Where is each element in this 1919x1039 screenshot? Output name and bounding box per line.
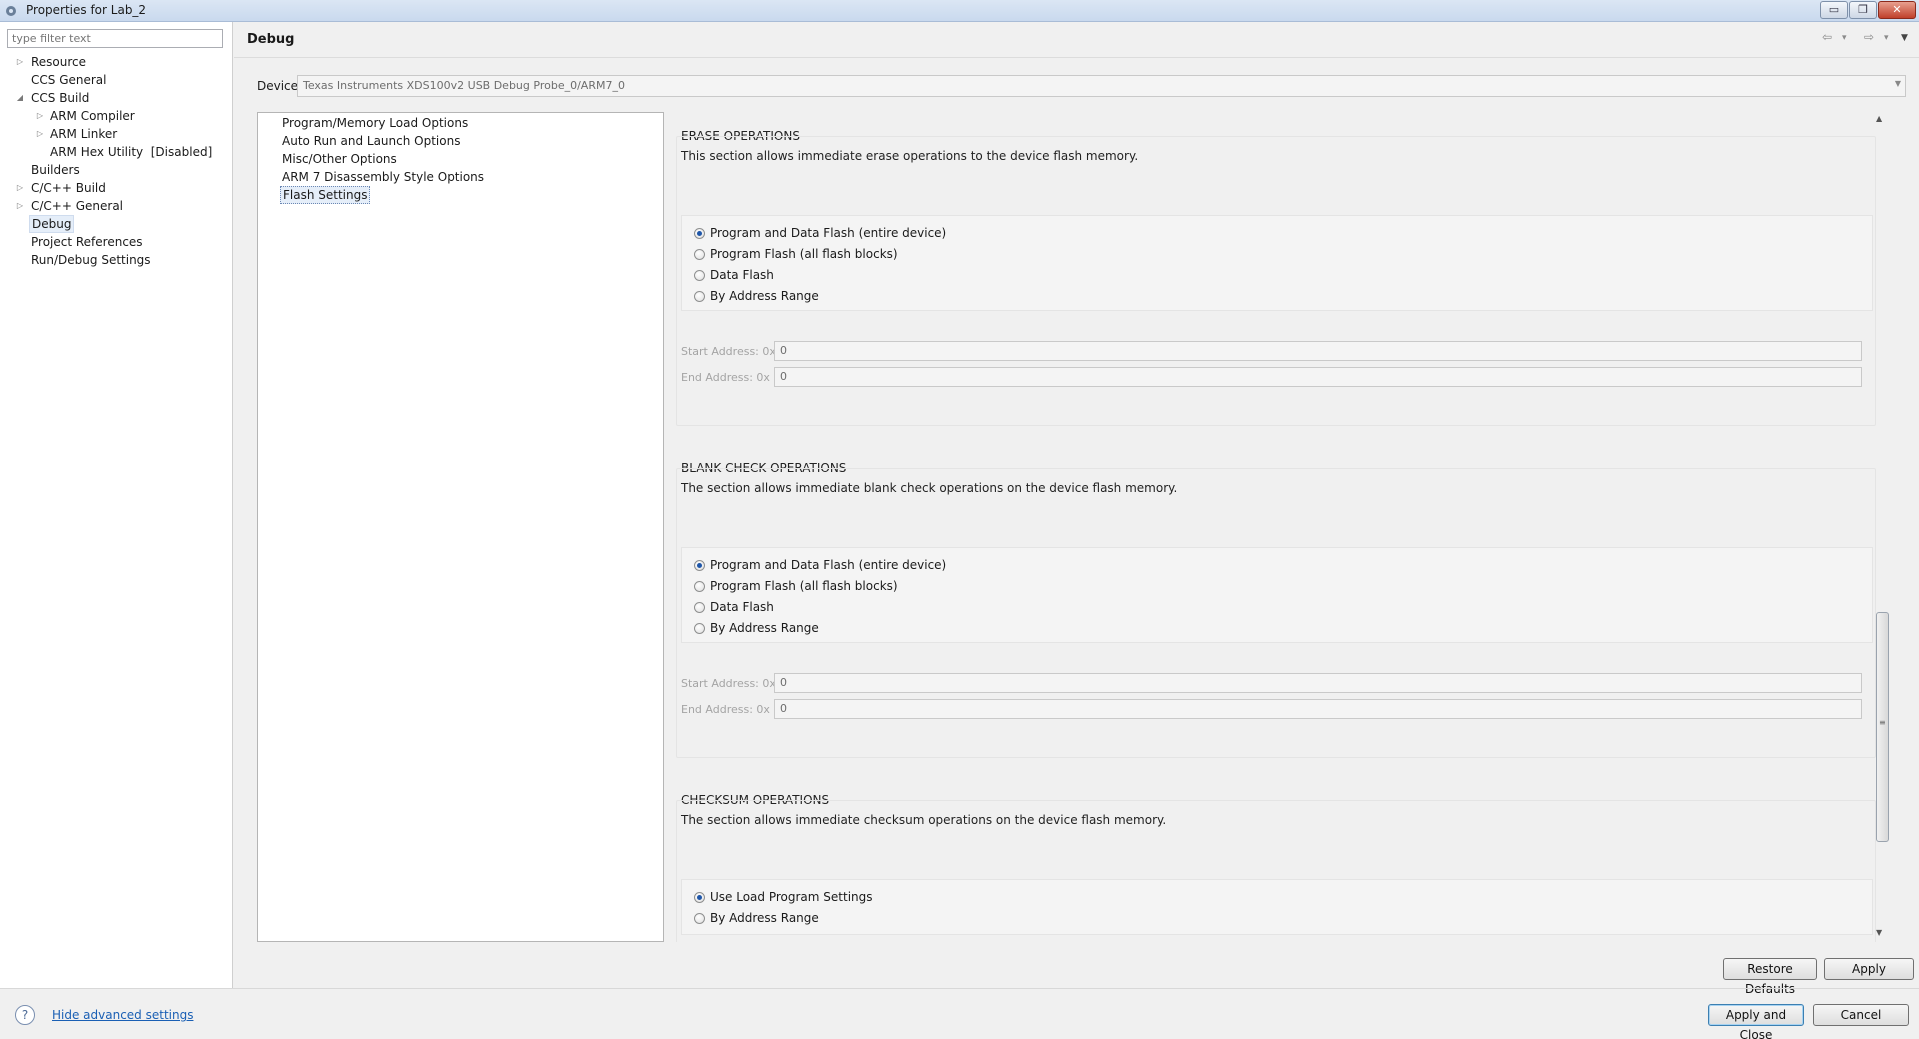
filter-input[interactable] (7, 29, 223, 48)
apply-button[interactable]: Apply (1824, 958, 1914, 980)
cancel-button[interactable]: Cancel (1813, 1004, 1909, 1026)
apply-and-close-button[interactable]: Apply and Close (1708, 1004, 1804, 1039)
radio-button-selected[interactable] (694, 560, 705, 571)
radio-button-selected[interactable] (694, 228, 705, 239)
view-menu-icon[interactable]: ▼ (1901, 33, 1908, 43)
blank-end-address-input[interactable]: 0 (774, 699, 1862, 719)
blank-check-section-description: The section allows immediate blank check… (681, 481, 1178, 495)
category-misc-other[interactable]: Misc/Other Options (282, 150, 397, 168)
collapse-arrow-icon[interactable]: ◢ (15, 89, 25, 107)
navigation-toolbar: ⇦ ▾ ⇨ ▾ ▼ (1815, 30, 1915, 48)
app-icon (6, 6, 16, 16)
erase-radio-group: Program and Data Flash (entire device) P… (681, 215, 1873, 311)
maximize-button[interactable]: ❐ (1849, 1, 1877, 19)
erase-start-address-label: Start Address: 0x (681, 345, 776, 358)
title-bar: Properties for Lab_2 ▭ ❐ ✕ (0, 0, 1919, 22)
restore-defaults-button[interactable]: Restore Defaults (1723, 958, 1817, 996)
chevron-down-icon[interactable]: ▼ (1895, 79, 1901, 88)
erase-start-address-input[interactable]: 0 (774, 341, 1862, 361)
expand-arrow-icon[interactable]: ▷ (15, 53, 25, 71)
scroll-up-icon[interactable]: ▲ (1876, 114, 1882, 123)
back-dropdown-icon[interactable]: ▾ (1842, 33, 1847, 43)
grip-icon: ≡ (1879, 718, 1886, 727)
close-button[interactable]: ✕ (1878, 1, 1916, 19)
help-icon[interactable]: ? (15, 1005, 35, 1025)
checksum-section-description: The section allows immediate checksum op… (681, 813, 1167, 827)
radio-button-selected[interactable] (694, 892, 705, 903)
footer-divider (0, 988, 1919, 989)
expand-arrow-icon[interactable]: ▷ (15, 179, 25, 197)
erase-section-description: This section allows immediate erase oper… (681, 149, 1139, 163)
property-tree-panel: ▷ Resource CCS General ◢ CCS Build ▷ ARM… (0, 22, 233, 988)
blank-end-address-label: End Address: 0x (681, 703, 770, 716)
device-label: Device (257, 79, 299, 93)
category-auto-run-launch[interactable]: Auto Run and Launch Options (282, 132, 460, 150)
radio-button[interactable] (694, 623, 705, 634)
device-value: Texas Instruments XDS100v2 USB Debug Pro… (303, 79, 625, 92)
forward-dropdown-icon[interactable]: ▾ (1884, 33, 1889, 43)
expand-arrow-icon[interactable]: ▷ (35, 125, 45, 143)
content-vertical-scrollbar[interactable]: ▲ ≡ ▼ (1873, 112, 1891, 942)
expand-arrow-icon[interactable]: ▷ (35, 107, 45, 125)
radio-button[interactable] (694, 249, 705, 260)
blank-check-radio-group: Program and Data Flash (entire device) P… (681, 547, 1873, 643)
category-program-memory-load[interactable]: Program/Memory Load Options (282, 114, 468, 132)
hide-advanced-settings-link[interactable]: Hide advanced settings (52, 1008, 193, 1022)
scrollbar-thumb[interactable]: ≡ (1876, 612, 1889, 842)
category-flash-settings[interactable]: Flash Settings (280, 186, 371, 204)
page-title: Debug (247, 32, 295, 47)
checksum-radio-group: Use Load Program Settings By Address Ran… (681, 879, 1873, 935)
erase-end-address-input[interactable]: 0 (774, 367, 1862, 387)
header-divider (234, 57, 1919, 58)
blank-start-address-input[interactable]: 0 (774, 673, 1862, 693)
radio-button[interactable] (694, 291, 705, 302)
radio-button[interactable] (694, 913, 705, 924)
blank-start-address-label: Start Address: 0x (681, 677, 776, 690)
expand-arrow-icon[interactable]: ▷ (15, 197, 25, 215)
window-title: Properties for Lab_2 (26, 3, 147, 17)
flash-settings-content: ERASE OPERATIONS This section allows imm… (668, 112, 1879, 942)
erase-end-address-label: End Address: 0x (681, 371, 770, 384)
radio-button[interactable] (694, 270, 705, 281)
scroll-down-icon[interactable]: ▼ (1876, 928, 1882, 937)
forward-arrow-icon[interactable]: ⇨ (1864, 30, 1874, 44)
category-arm7-disassembly[interactable]: ARM 7 Disassembly Style Options (282, 168, 484, 186)
minimize-button[interactable]: ▭ (1820, 1, 1848, 19)
debug-category-list: Program/Memory Load Options Auto Run and… (257, 112, 664, 942)
radio-button[interactable] (694, 602, 705, 613)
radio-button[interactable] (694, 581, 705, 592)
back-arrow-icon[interactable]: ⇦ (1822, 30, 1832, 44)
device-select[interactable]: Texas Instruments XDS100v2 USB Debug Pro… (297, 75, 1906, 97)
